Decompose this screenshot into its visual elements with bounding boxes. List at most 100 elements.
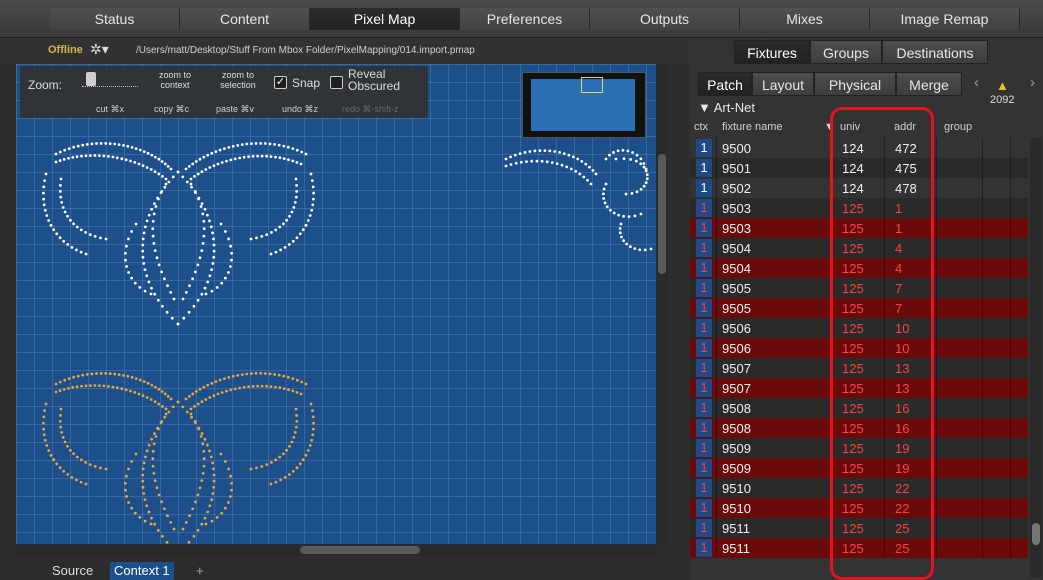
- tab-outputs[interactable]: Outputs: [590, 8, 740, 30]
- fixture-pixel[interactable]: [619, 222, 623, 226]
- fixture-pixel[interactable]: [227, 376, 231, 379]
- fixture-pixel[interactable]: [227, 501, 230, 504]
- fixture-pixel[interactable]: [282, 222, 285, 226]
- fixture-pixel[interactable]: [582, 175, 586, 179]
- fixture-pixel[interactable]: [220, 281, 224, 285]
- tab-patch[interactable]: Patch: [698, 72, 752, 96]
- fixture-pixel[interactable]: [306, 219, 310, 222]
- fixture-pixel[interactable]: [562, 152, 566, 155]
- fixture-pixel[interactable]: [260, 384, 264, 388]
- fixture-pixel[interactable]: [130, 506, 133, 510]
- fixture-pixel[interactable]: [43, 179, 46, 182]
- fixture-pixel[interactable]: [242, 155, 246, 159]
- fixture-pixel[interactable]: [161, 304, 164, 308]
- fixture-pixel[interactable]: [58, 420, 62, 423]
- fixture-pixel[interactable]: [206, 153, 210, 157]
- fixture-pixel[interactable]: [295, 161, 299, 164]
- fixture-pixel[interactable]: [193, 405, 196, 408]
- fixture-pixel[interactable]: [255, 236, 258, 240]
- fixture-pixel[interactable]: [283, 476, 287, 479]
- fixture-pixel[interactable]: [622, 157, 626, 160]
- fixture-pixel[interactable]: [306, 449, 310, 452]
- fixture-pixel[interactable]: [133, 391, 137, 394]
- fixture-pixel[interactable]: [194, 160, 198, 163]
- fixture-pixel[interactable]: [204, 398, 208, 401]
- fixture-pixel[interactable]: [251, 154, 255, 158]
- fixture-pixel[interactable]: [229, 388, 233, 392]
- fixture-pixel[interactable]: [287, 473, 291, 476]
- fixture-pixel[interactable]: [147, 280, 151, 284]
- fixture-pixel[interactable]: [76, 374, 80, 378]
- fixture-pixel[interactable]: [147, 213, 151, 217]
- fixture-pixel[interactable]: [558, 151, 561, 154]
- fixture-pixel[interactable]: [151, 457, 155, 461]
- fixture-pixel[interactable]: [166, 395, 170, 398]
- fixture-pixel[interactable]: [62, 158, 66, 161]
- fixture-pixel[interactable]: [295, 378, 299, 382]
- fixture-pixel[interactable]: [188, 284, 191, 288]
- fixture-pixel[interactable]: [242, 385, 246, 389]
- fixture-pixel[interactable]: [153, 249, 157, 253]
- fixture-pixel[interactable]: [80, 384, 83, 388]
- fixture-pixel[interactable]: [108, 142, 112, 145]
- fixture-pixel[interactable]: [576, 157, 580, 161]
- fixture-pixel[interactable]: [612, 211, 616, 215]
- fixture-pixel[interactable]: [115, 386, 119, 390]
- fixture-pixel[interactable]: [47, 449, 51, 452]
- fixture-pixel[interactable]: [567, 153, 571, 157]
- fixture-pixel[interactable]: [202, 219, 206, 223]
- fixture-pixel[interactable]: [72, 452, 75, 456]
- fixture-pixel[interactable]: [259, 372, 263, 375]
- fixture-pixel[interactable]: [130, 230, 133, 233]
- fixture-pixel[interactable]: [295, 236, 299, 240]
- fixture-pixel[interactable]: [278, 156, 282, 160]
- fixture-pixel[interactable]: [194, 270, 197, 274]
- fixture-pixel[interactable]: [147, 510, 151, 514]
- fixture-pixel[interactable]: [141, 243, 145, 247]
- fixture-pixel[interactable]: [192, 534, 196, 538]
- zoom-to-selection-button[interactable]: zoom to selection: [212, 70, 264, 90]
- fixture-pixel[interactable]: [93, 384, 97, 387]
- fixture-pixel[interactable]: [79, 480, 83, 484]
- fixture-pixel[interactable]: [269, 252, 273, 256]
- fixture-pixel[interactable]: [129, 389, 132, 393]
- fixture-pixel[interactable]: [42, 185, 46, 189]
- fixture-pixel[interactable]: [161, 405, 164, 408]
- tab-destinations[interactable]: Destinations: [882, 40, 988, 64]
- fixture-pixel[interactable]: [308, 444, 312, 447]
- fixture-pixel[interactable]: [58, 150, 62, 154]
- fixture-pixel[interactable]: [144, 455, 147, 459]
- tab-fixtures[interactable]: Fixtures: [734, 40, 810, 64]
- fixture-pixel[interactable]: [538, 149, 542, 152]
- fixture-pixel[interactable]: [616, 149, 620, 153]
- fixture-pixel[interactable]: [187, 395, 191, 398]
- fixture-pixel[interactable]: [649, 247, 653, 251]
- fixture-pixel[interactable]: [202, 457, 206, 461]
- fixture-pixel[interactable]: [304, 382, 308, 386]
- fixture-pixel[interactable]: [126, 374, 130, 378]
- fixture-pixel[interactable]: [633, 247, 637, 251]
- fixture-pixel[interactable]: [311, 179, 314, 182]
- fixture-pixel[interactable]: [149, 168, 153, 171]
- fixture-pixel[interactable]: [157, 157, 161, 161]
- fixture-pixel[interactable]: [52, 228, 56, 232]
- fixture-pixel[interactable]: [95, 372, 98, 375]
- fixture-pixel[interactable]: [185, 180, 189, 184]
- fixture-pixel[interactable]: [256, 384, 259, 388]
- fixture-pixel[interactable]: [169, 167, 173, 171]
- fixture-pixel[interactable]: [279, 478, 282, 482]
- fixture-pixel[interactable]: [278, 225, 282, 229]
- fixture-pixel[interactable]: [62, 388, 66, 391]
- fixture-pixel[interactable]: [54, 390, 58, 394]
- fixture-pixel[interactable]: [644, 181, 648, 184]
- fixture-pixel[interactable]: [638, 248, 642, 252]
- fixture-pixel[interactable]: [143, 268, 147, 271]
- fixture-pixel[interactable]: [283, 246, 287, 249]
- fixture-pixel[interactable]: [84, 461, 87, 464]
- fixture-pixel[interactable]: [594, 172, 598, 176]
- fixture-pixel[interactable]: [259, 142, 263, 145]
- fixture-pixel[interactable]: [200, 170, 204, 174]
- fixture-pixel[interactable]: [66, 243, 70, 246]
- fixture-pixel[interactable]: [208, 449, 211, 453]
- fixture-pixel[interactable]: [572, 155, 575, 159]
